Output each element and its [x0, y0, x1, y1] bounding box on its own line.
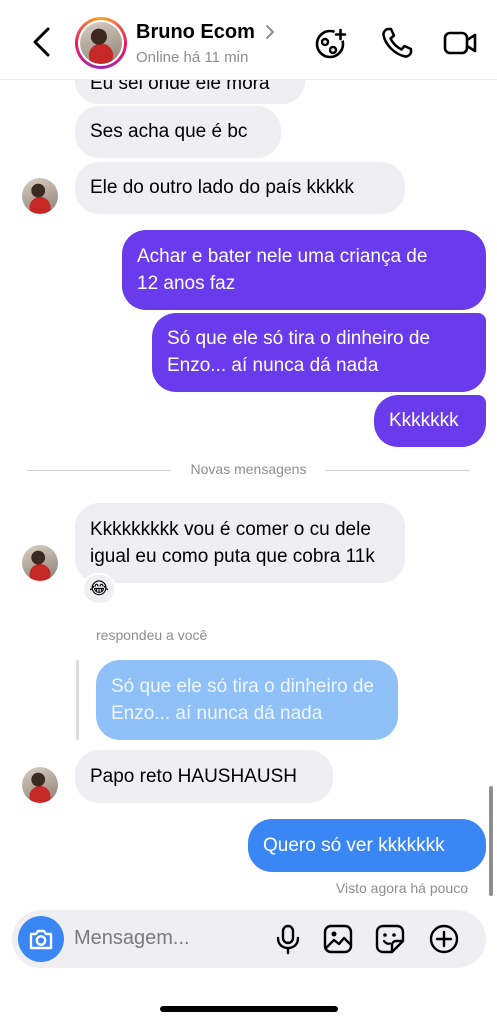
- message-text: Enzo... aí nunca dá nada: [167, 355, 379, 376]
- message-input[interactable]: Mensagem...: [74, 927, 190, 950]
- message-text: Kkkkkkk: [389, 410, 459, 431]
- message-text: igual eu como puta que cobra 11k: [90, 546, 375, 567]
- chat-header: Bruno Ecom Online há 11 min: [0, 0, 497, 80]
- new-messages-divider: Novas mensagens: [190, 461, 307, 477]
- online-status: Online há 11 min: [136, 49, 249, 66]
- microphone-icon[interactable]: [272, 923, 304, 955]
- message-text: Ele do outro lado do país kkkkk: [90, 177, 355, 198]
- message-text: Ses acha que é bc: [90, 121, 248, 142]
- reply-bar: [76, 660, 79, 740]
- message-outgoing[interactable]: Kkkkkkk: [374, 395, 486, 447]
- scrollbar[interactable]: [489, 786, 493, 896]
- message-outgoing[interactable]: Achar e bater nele uma criança de 12 ano…: [122, 230, 486, 310]
- seen-status: Visto agora há pouco: [335, 880, 468, 896]
- message-incoming[interactable]: Papo reto HAUSHAUSH: [75, 750, 333, 803]
- message-text: Achar e bater nele uma criança de: [137, 246, 428, 267]
- phone-icon[interactable]: [380, 26, 414, 60]
- message-incoming[interactable]: Kkkkkkkkk vou é comer o cu dele igual eu…: [75, 503, 405, 583]
- message-incoming[interactable]: Ele do outro lado do país kkkkk: [75, 162, 405, 214]
- video-icon[interactable]: [443, 26, 477, 60]
- message-list[interactable]: Eu sei onde ele mora Ses acha que é bc E…: [0, 0, 497, 1024]
- message-text: 12 anos faz: [137, 273, 236, 294]
- sticker-icon[interactable]: [374, 923, 406, 955]
- message-text: Quero só ver kkkkkkk: [263, 835, 445, 856]
- sender-avatar[interactable]: [22, 767, 58, 803]
- sender-avatar[interactable]: [22, 178, 58, 214]
- gallery-icon[interactable]: [322, 923, 354, 955]
- avatar[interactable]: [75, 17, 127, 69]
- chevron-right-icon[interactable]: [264, 24, 276, 40]
- camera-button[interactable]: [18, 916, 64, 962]
- plus-circle-icon[interactable]: [428, 923, 460, 955]
- quoted-message[interactable]: Só que ele só tira o dinheiro de Enzo...…: [96, 660, 398, 740]
- divider-line: [326, 470, 470, 471]
- message-text: Papo reto HAUSHAUSH: [90, 766, 297, 787]
- message-text: Só que ele só tira o dinheiro de: [167, 328, 431, 349]
- reaction-badge[interactable]: 😂: [82, 573, 116, 605]
- home-indicator[interactable]: [160, 1006, 338, 1012]
- message-text: Kkkkkkkkk vou é comer o cu dele: [90, 519, 371, 540]
- message-incoming[interactable]: Ses acha que é bc: [75, 106, 281, 158]
- message-composer[interactable]: Mensagem...: [12, 910, 486, 968]
- chevron-left-icon[interactable]: [28, 26, 56, 58]
- message-outgoing[interactable]: Só que ele só tira o dinheiro de Enzo...…: [152, 313, 486, 392]
- sender-avatar[interactable]: [22, 545, 58, 581]
- quoted-text: Enzo... aí nunca dá nada: [111, 703, 323, 724]
- message-outgoing[interactable]: Quero só ver kkkkkkk: [248, 819, 486, 872]
- contact-name[interactable]: Bruno Ecom: [136, 21, 255, 44]
- camera-icon: [29, 929, 53, 950]
- replied-label: respondeu a você: [96, 627, 208, 643]
- effects-icon[interactable]: [314, 26, 348, 60]
- quoted-text: Só que ele só tira o dinheiro de: [111, 676, 375, 697]
